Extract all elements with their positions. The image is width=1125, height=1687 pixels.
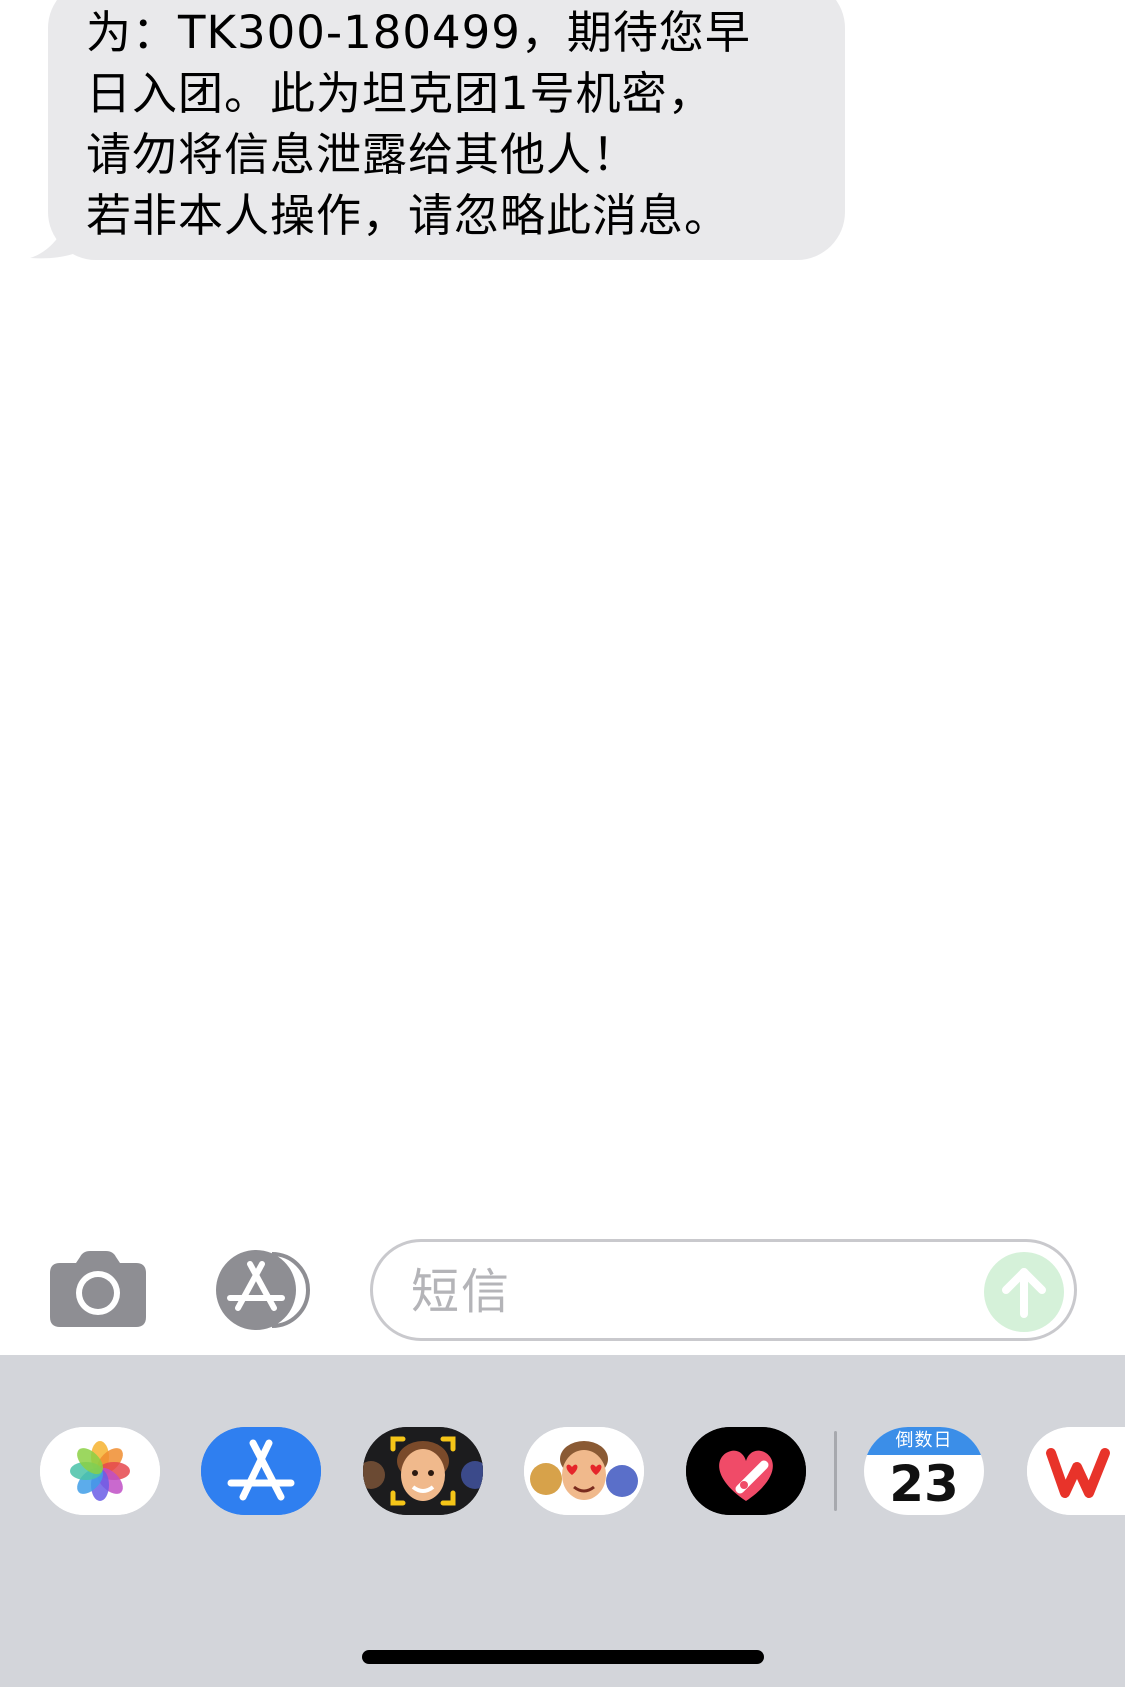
- memoji-stickers-app[interactable]: [524, 1427, 644, 1515]
- app-store-app[interactable]: [201, 1427, 321, 1515]
- app-drawer-divider: [834, 1431, 837, 1511]
- calendar-icon: 倒数日 23: [864, 1427, 984, 1515]
- countdown-number: 23: [889, 1455, 959, 1513]
- message-line: 为：TK300-180499，期待您早: [86, 6, 751, 59]
- wps-icon: [1027, 1427, 1125, 1515]
- countdown-header: 倒数日: [864, 1427, 984, 1455]
- heart-icon: [686, 1427, 806, 1515]
- camera-icon: [50, 1251, 146, 1327]
- message-line: 请勿将信息泄露给其他人！: [86, 128, 639, 181]
- memoji-camera-icon: [363, 1427, 483, 1515]
- memoji-stickers-icon: [524, 1427, 644, 1515]
- message-input[interactable]: 短信: [370, 1239, 1077, 1341]
- photos-icon: [40, 1427, 160, 1515]
- arrow-up-icon: [1002, 1268, 1046, 1318]
- message-bubble-container: 为：TK300-180499，期待您早 日入团。此为坦克团1号机密， 请勿将信息…: [30, 0, 845, 260]
- app-store-icon: [201, 1427, 321, 1515]
- apps-button[interactable]: [208, 1250, 320, 1330]
- messages-screen: 为：TK300-180499，期待您早 日入团。此为坦克团1号机密， 请勿将信息…: [0, 0, 1125, 1687]
- message-bubble[interactable]: 为：TK300-180499，期待您早 日入团。此为坦克团1号机密， 请勿将信息…: [48, 0, 845, 260]
- app-store-icon: [216, 1250, 310, 1330]
- send-button[interactable]: [984, 1252, 1064, 1332]
- memoji-camera-app[interactable]: [363, 1427, 483, 1515]
- camera-button[interactable]: [50, 1251, 146, 1327]
- imessage-app-drawer: 倒数日 23: [0, 1355, 1125, 1687]
- message-line: 若非本人操作，请忽略此消息。: [86, 189, 731, 242]
- wps-app[interactable]: [1027, 1427, 1125, 1515]
- message-line: 日入团。此为坦克团1号机密，: [86, 67, 714, 120]
- countdown-app[interactable]: 倒数日 23: [864, 1427, 984, 1515]
- digital-touch-app[interactable]: [686, 1427, 806, 1515]
- photos-app[interactable]: [40, 1427, 160, 1515]
- home-indicator[interactable]: [362, 1650, 764, 1664]
- message-input-placeholder: 短信: [411, 1264, 512, 1320]
